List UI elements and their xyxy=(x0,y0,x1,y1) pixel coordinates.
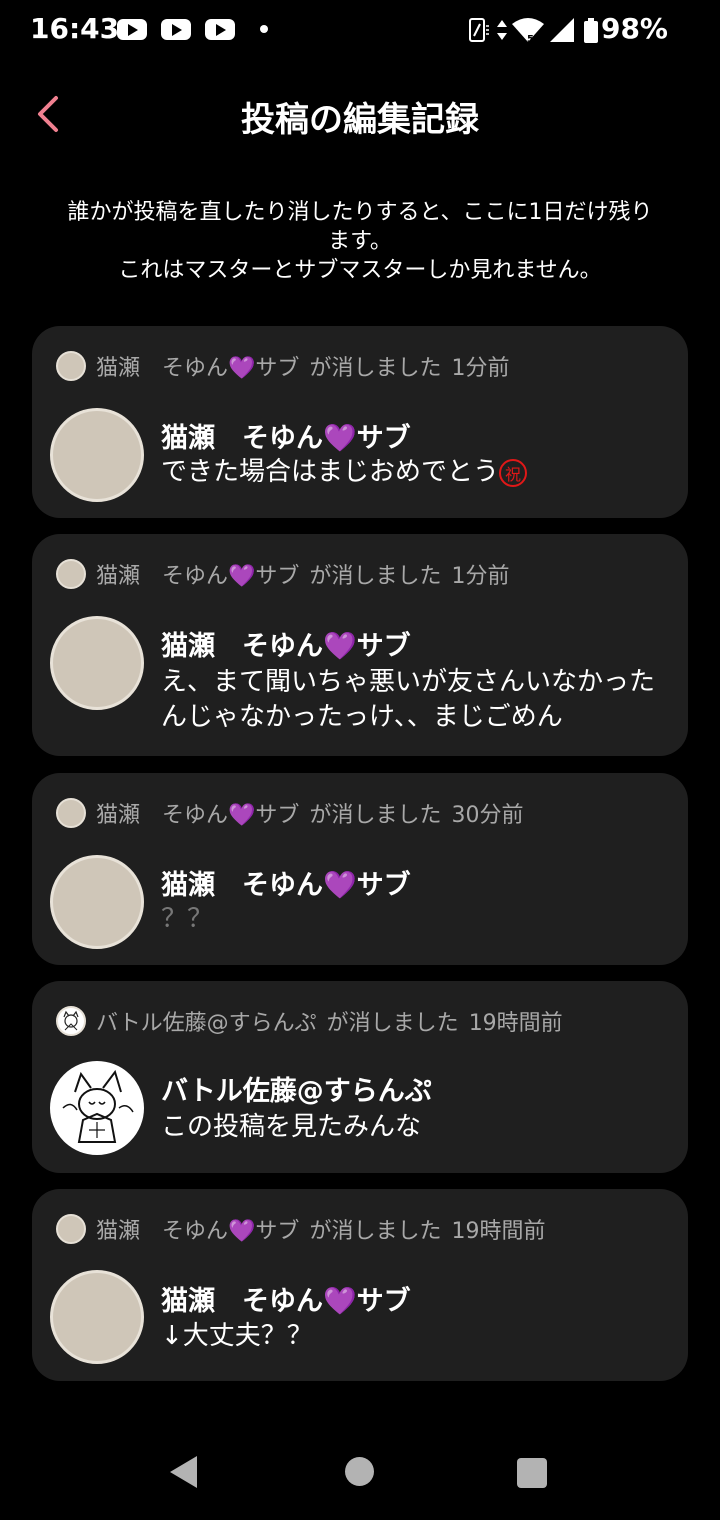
battery-icon xyxy=(584,18,598,43)
record-meta: 猫瀬 そゆん💜サブ が消しました 1分前 xyxy=(56,350,509,382)
status-time: 16:43 xyxy=(30,12,120,45)
meta-action: が消しました xyxy=(309,803,442,828)
meta-user-name: 猫瀬 そゆん💜サブ xyxy=(96,564,300,589)
status-bar: 16:43 5 98% xyxy=(0,0,720,60)
heart-emoji-icon: 💜 xyxy=(323,870,357,901)
meta-time: 1分前 xyxy=(451,356,510,381)
more-notifications-icon xyxy=(260,25,268,33)
youtube-icon xyxy=(205,19,235,40)
svg-text:5: 5 xyxy=(527,34,534,44)
notice-line: これはマスターとサブマスターしか見れません。 xyxy=(118,258,602,283)
heart-emoji-icon: 💜 xyxy=(323,1286,357,1317)
data-arrows-icon xyxy=(497,20,507,40)
edit-record-card[interactable]: 猫瀬 そゆん💜サブ が消しました 1分前 猫瀬 そゆん💜サブ え、まて聞いちゃ悪… xyxy=(32,534,688,756)
record-meta: 猫瀬 そゆん💜サブ が消しました 1分前 xyxy=(56,558,509,590)
user-name: 猫瀬 そゆん💜サブ xyxy=(161,1286,411,1317)
app-header: 投稿の編集記録 xyxy=(0,80,720,150)
edit-record-card[interactable]: バトル佐藤@すらんぷ が消しました 19時間前 バトル佐藤@すらんぷ この投稿を… xyxy=(32,981,688,1173)
meta-time: 30分前 xyxy=(451,803,524,828)
record-meta: バトル佐藤@すらんぷ が消しました 19時間前 xyxy=(56,1005,563,1037)
meta-user-name: 猫瀬 そゆん💜サブ xyxy=(96,803,300,828)
avatar xyxy=(56,351,86,381)
heart-emoji-icon: 💜 xyxy=(228,564,256,589)
user-name: 猫瀬 そゆん💜サブ xyxy=(161,870,411,901)
wifi-icon: 5 xyxy=(512,18,544,44)
system-nav-bar xyxy=(0,1430,720,1520)
post-body: この投稿を見たみんな xyxy=(161,1112,422,1142)
avatar[interactable] xyxy=(50,408,144,502)
meta-time: 1分前 xyxy=(451,564,510,589)
heart-emoji-icon: 💜 xyxy=(228,1219,256,1244)
meta-time: 19時間前 xyxy=(451,1219,546,1244)
meta-user-name: 猫瀬 そゆん💜サブ xyxy=(96,356,300,381)
avatar[interactable] xyxy=(50,616,144,710)
nfc-icon xyxy=(469,18,489,42)
meta-action: が消しました xyxy=(309,564,442,589)
user-name: 猫瀬 そゆん💜サブ xyxy=(161,423,411,454)
avatar xyxy=(56,798,86,828)
record-meta: 猫瀬 そゆん💜サブ が消しました 19時間前 xyxy=(56,1213,545,1245)
record-meta: 猫瀬 そゆん💜サブ が消しました 30分前 xyxy=(56,797,523,829)
heart-emoji-icon: 💜 xyxy=(323,423,357,454)
edit-record-card[interactable]: 猫瀬 そゆん💜サブ が消しました 30分前 猫瀬 そゆん💜サブ ？？ xyxy=(32,773,688,965)
post-body: え、まて聞いちゃ悪いが友さんいなかったんじゃなかったっけ、、まじごめん xyxy=(161,667,656,732)
edit-record-card[interactable]: 猫瀬 そゆん💜サブ が消しました 19時間前 猫瀬 そゆん💜サブ ↓大丈夫？？ xyxy=(32,1189,688,1381)
heart-emoji-icon: 💜 xyxy=(323,631,357,662)
cat-drawing-icon xyxy=(62,1069,134,1143)
edit-record-card[interactable]: 猫瀬 そゆん💜サブ が消しました 1分前 猫瀬 そゆん💜サブ できた場合はまじお… xyxy=(32,326,688,518)
meta-action: が消しました xyxy=(309,356,442,381)
post-body: ↓大丈夫？？ xyxy=(161,1321,313,1351)
avatar xyxy=(56,1214,86,1244)
meta-user-name: バトル佐藤@すらんぷ xyxy=(96,1011,317,1036)
system-status-icons: 5 xyxy=(469,18,598,44)
nav-recents-icon[interactable] xyxy=(517,1458,547,1488)
avatar[interactable] xyxy=(50,855,144,949)
post-body: できた場合はまじおめでとう祝 xyxy=(161,455,671,490)
cat-drawing-icon xyxy=(63,1010,79,1031)
meta-user-name: 猫瀬 そゆん💜サブ xyxy=(96,1219,300,1244)
youtube-icon xyxy=(117,19,147,40)
avatar xyxy=(56,559,86,589)
meta-time: 19時間前 xyxy=(468,1011,563,1036)
avatar xyxy=(56,1006,86,1036)
meta-action: が消しました xyxy=(326,1011,459,1036)
notice-text: 誰かが投稿を直したり消したりすると、ここに1日だけ残り ます。 これはマスターと… xyxy=(30,198,690,285)
meta-action: が消しました xyxy=(309,1219,442,1244)
user-name: 猫瀬 そゆん💜サブ xyxy=(161,631,411,662)
post-body: ？？ xyxy=(161,904,214,934)
signal-icon xyxy=(550,18,574,42)
user-name: バトル佐藤@すらんぷ xyxy=(161,1076,432,1107)
heart-emoji-icon: 💜 xyxy=(228,803,256,828)
battery-percent: 98% xyxy=(600,12,668,45)
avatar[interactable] xyxy=(50,1270,144,1364)
heart-emoji-icon: 💜 xyxy=(228,356,256,381)
page-title: 投稿の編集記録 xyxy=(241,100,479,140)
avatar[interactable] xyxy=(50,1061,144,1155)
youtube-icon xyxy=(161,19,191,40)
nav-back-icon[interactable] xyxy=(170,1456,197,1488)
notice-line: 誰かが投稿を直したり消したりすると、ここに1日だけ残り xyxy=(67,200,653,225)
nav-home-icon[interactable] xyxy=(345,1457,374,1486)
celebration-emoji-icon: 祝 xyxy=(499,458,528,487)
notice-line: ます。 xyxy=(328,229,392,254)
